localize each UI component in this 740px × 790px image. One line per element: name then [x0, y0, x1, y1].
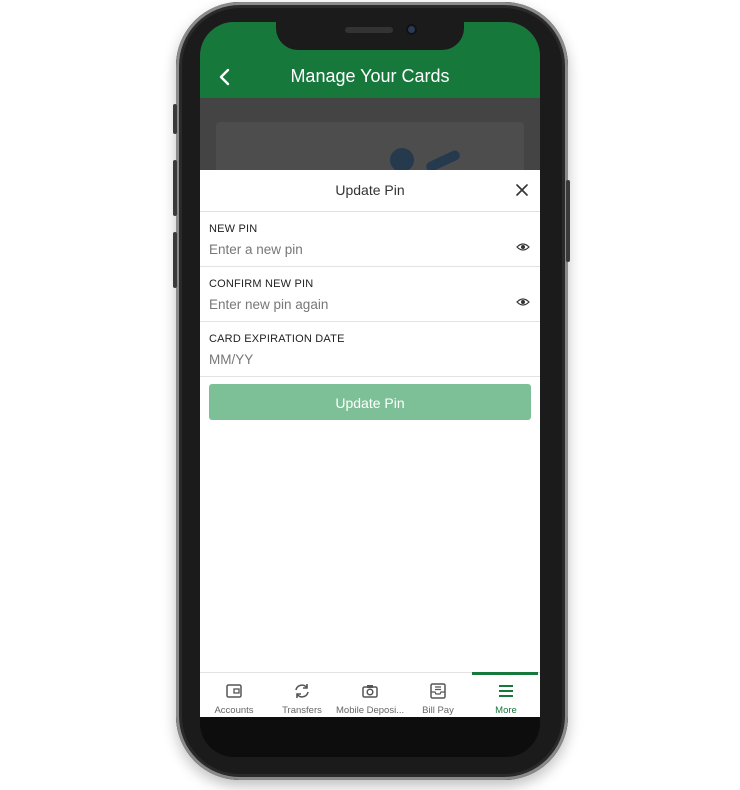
background-overlay	[200, 98, 540, 182]
menu-icon	[499, 685, 513, 697]
phone-chin	[200, 717, 540, 757]
tab-mobile-deposit[interactable]: Mobile Deposi...	[336, 673, 404, 717]
tab-label: Transfers	[282, 705, 322, 716]
expiration-date-input[interactable]	[209, 349, 499, 369]
refresh-icon	[295, 684, 309, 698]
tab-label: Mobile Deposi...	[336, 705, 404, 716]
expiration-date-label: CARD EXPIRATION DATE	[209, 333, 345, 345]
power-button	[566, 180, 570, 262]
sheet-header: Update Pin	[200, 170, 540, 212]
confirm-pin-field: CONFIRM NEW PIN	[200, 267, 540, 322]
confirm-pin-input[interactable]	[209, 294, 499, 314]
tab-label: Bill Pay	[422, 705, 454, 716]
new-pin-field: NEW PIN	[200, 212, 540, 267]
inbox-icon	[430, 683, 446, 699]
update-pin-button[interactable]: Update Pin	[209, 384, 531, 420]
tab-label: Accounts	[214, 705, 254, 716]
camera-icon	[362, 685, 378, 698]
eye-icon[interactable]	[516, 297, 530, 307]
sheet-title: Update Pin	[335, 182, 405, 198]
tab-more[interactable]: More	[472, 672, 540, 717]
bottom-tab-bar: Accounts Transfers Mobile Deposi... Bill…	[200, 672, 540, 717]
tab-bill-pay[interactable]: Bill Pay	[404, 673, 472, 717]
screen: Manage Your Cards Update Pin NEW PIN CON…	[200, 22, 540, 717]
close-button[interactable]	[516, 180, 528, 200]
card-logo	[390, 148, 414, 172]
expiration-date-field: CARD EXPIRATION DATE	[200, 322, 540, 377]
volume-down-button	[173, 232, 177, 288]
confirm-pin-label: CONFIRM NEW PIN	[209, 278, 314, 290]
active-tab-indicator	[472, 672, 538, 675]
new-pin-label: NEW PIN	[209, 223, 258, 235]
tab-transfers[interactable]: Transfers	[268, 673, 336, 717]
mute-switch	[173, 104, 177, 134]
tab-accounts[interactable]: Accounts	[200, 673, 268, 717]
page-title: Manage Your Cards	[290, 66, 450, 86]
eye-icon[interactable]	[516, 242, 530, 252]
update-pin-sheet: Update Pin NEW PIN CONFIRM NEW PIN CARD …	[200, 170, 540, 672]
tab-label: More	[495, 705, 517, 716]
close-icon	[516, 184, 528, 196]
front-camera	[406, 24, 417, 35]
wallet-icon	[226, 684, 242, 698]
speaker-grille	[345, 27, 393, 33]
new-pin-input[interactable]	[209, 239, 499, 259]
volume-up-button	[173, 160, 177, 216]
